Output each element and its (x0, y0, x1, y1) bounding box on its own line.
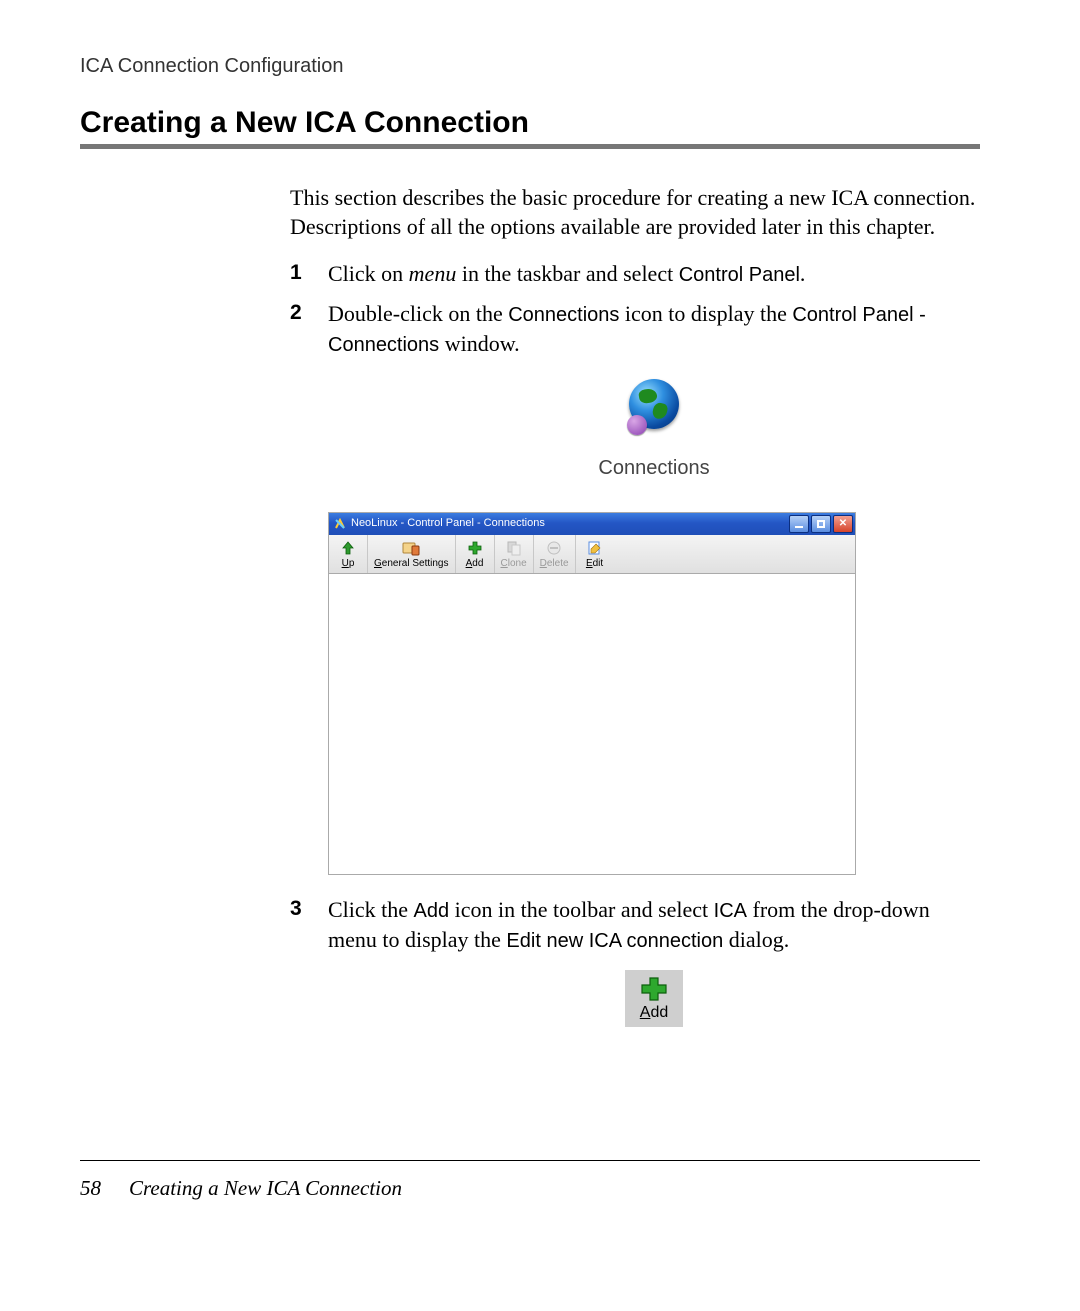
step-3-text-d: dialog. (723, 927, 789, 952)
step-1-text-b: in the taskbar and select (456, 261, 678, 286)
settings-icon (402, 539, 420, 557)
step-1: Click on menu in the taskbar and select … (290, 259, 980, 289)
steps-list: Click on menu in the taskbar and select … (290, 259, 980, 1027)
footer-title: Creating a New ICA Connection (129, 1176, 402, 1200)
up-arrow-icon (340, 539, 356, 557)
plus-icon (639, 976, 669, 1002)
breadcrumb: ICA Connection Configuration (80, 55, 980, 78)
add-button-figure: Add (328, 970, 980, 1028)
step-3-text-b: icon in the toolbar and select (449, 897, 714, 922)
step-2: Double-click on the Connections icon to … (290, 299, 980, 875)
window-toolbar: Up General Settings (329, 535, 855, 574)
close-button[interactable] (833, 515, 853, 533)
toolbar-up[interactable]: Up (329, 535, 368, 573)
page-number: 58 (80, 1176, 101, 1200)
toolbar-delete: Delete (534, 535, 576, 573)
window-titlebar: NeoLinux - Control Panel - Connections (329, 513, 855, 535)
step-2-text-b: icon to display the (619, 301, 792, 326)
step-1-text-c: . (800, 261, 806, 286)
delete-icon (546, 539, 562, 557)
app-icon (333, 517, 347, 531)
toolbar-clone: Clone (495, 535, 534, 573)
toolbar-delete-label: Delete (540, 557, 569, 571)
step-1-control-panel-term: Control Panel (679, 264, 800, 286)
footer-rule (80, 1160, 980, 1161)
page: ICA Connection Configuration Creating a … (0, 0, 1080, 1311)
toolbar-edit[interactable]: Edit (576, 535, 614, 573)
intro-paragraph: This section describes the basic procedu… (290, 184, 980, 241)
globe-icon (625, 379, 683, 437)
add-button[interactable]: Add (625, 970, 683, 1028)
window-controls (789, 515, 853, 533)
edit-icon (587, 539, 603, 557)
maximize-button[interactable] (811, 515, 831, 533)
step-3-dialog-term: Edit new ICA connection (506, 930, 723, 952)
toolbar-add-label: Add (466, 557, 484, 571)
window-title-text: NeoLinux - Control Panel - Connections (351, 516, 545, 531)
toolbar-up-label: Up (342, 557, 355, 571)
window-body (329, 574, 855, 874)
plus-icon (467, 539, 483, 557)
toolbar-general-label: General Settings (374, 557, 449, 571)
step-2-text-c: window. (439, 331, 519, 356)
toolbar-add[interactable]: Add (456, 535, 495, 573)
toolbar-general-settings[interactable]: General Settings (368, 535, 456, 573)
add-button-label: Add (640, 1002, 668, 1024)
clone-icon (506, 539, 522, 557)
connections-window: NeoLinux - Control Panel - Connections (328, 512, 856, 875)
title-rule (80, 144, 980, 149)
step-3-add-term: Add (414, 900, 450, 922)
step-3-ica-term: ICA (714, 900, 747, 922)
toolbar-clone-label: Clone (501, 557, 527, 571)
connections-icon-label: Connections (328, 455, 980, 482)
step-3: Click the Add icon in the toolbar and se… (290, 895, 980, 1028)
toolbar-edit-label: Edit (586, 557, 603, 571)
step-2-text-a: Double-click on the (328, 301, 508, 326)
step-2-connections-term: Connections (508, 304, 619, 326)
step-3-text-a: Click the (328, 897, 414, 922)
section-title: Creating a New ICA Connection (80, 106, 980, 140)
step-1-menu-term: menu (409, 261, 457, 286)
body-column: This section describes the basic procedu… (290, 184, 980, 1027)
step-1-text-a: Click on (328, 261, 409, 286)
page-footer: 58 Creating a New ICA Connection (80, 1176, 402, 1201)
minimize-button[interactable] (789, 515, 809, 533)
connections-icon-figure: Connections (328, 379, 980, 482)
